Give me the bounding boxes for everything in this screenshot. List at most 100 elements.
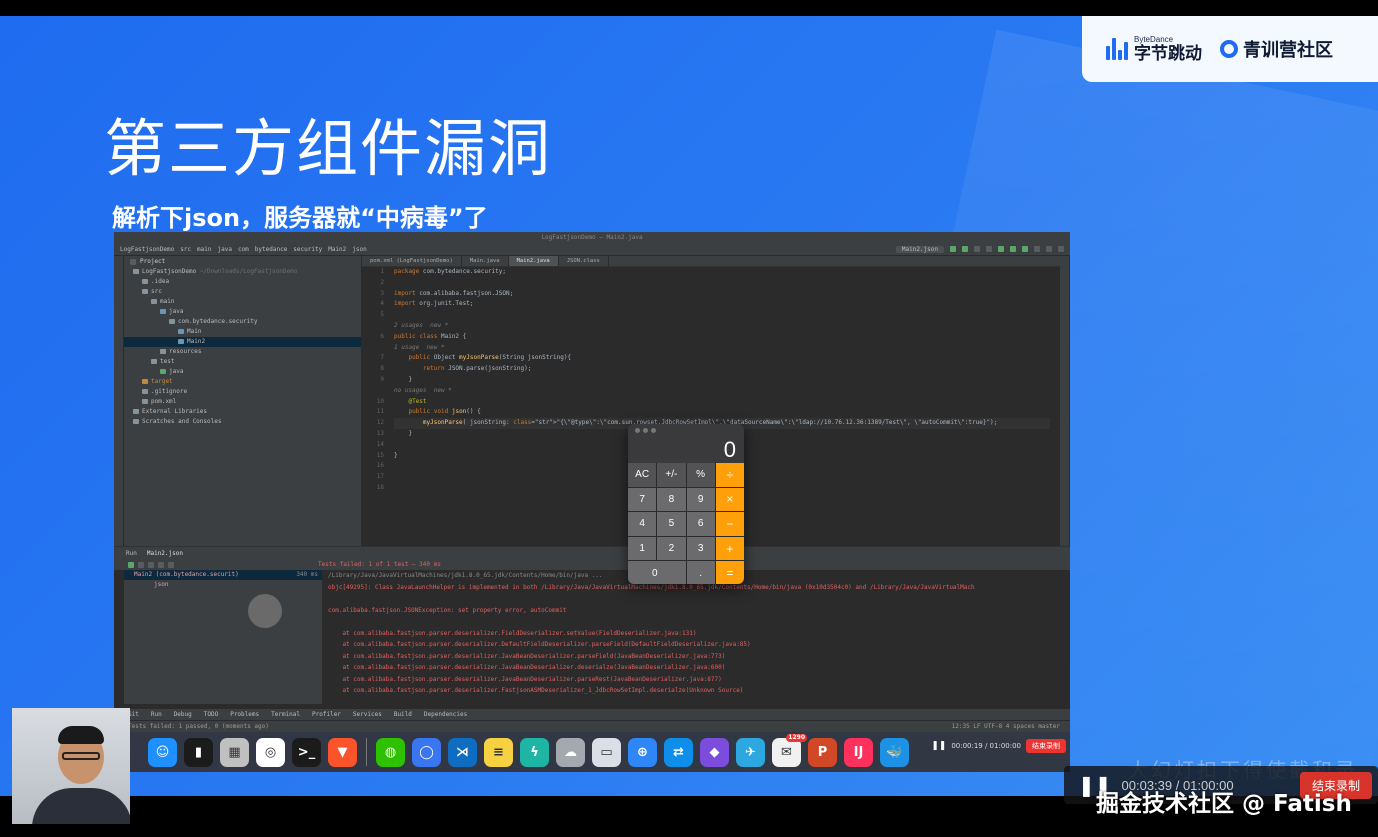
tool-window-tab[interactable]: Services [353, 711, 382, 718]
calculator-key[interactable]: 1 [628, 536, 657, 561]
code-line[interactable]: @Test [394, 397, 1050, 408]
activity-monitor-icon[interactable]: ▮ [184, 737, 213, 767]
run-config-tab[interactable]: Main2.json [147, 550, 183, 557]
safari-icon[interactable]: ⊕ [628, 737, 657, 767]
check-icon[interactable] [138, 561, 144, 568]
tool-window-tab[interactable]: Profiler [312, 711, 341, 718]
editor-tab[interactable]: JSON.class [559, 256, 609, 266]
terminal-icon[interactable]: >_ [292, 737, 321, 767]
tool-window-tab[interactable]: Problems [230, 711, 259, 718]
debug-icon[interactable] [962, 246, 968, 252]
tree-item[interactable]: External Libraries [124, 407, 361, 417]
docker-icon[interactable]: 🐳 [880, 737, 909, 767]
editor-tab[interactable]: Main.java [462, 256, 509, 266]
tree-item[interactable]: com.bytedance.security [124, 317, 361, 327]
test-tree-root[interactable]: Main2 (com.bytedance.securit) 340 ms [124, 570, 322, 580]
tool-window-tab[interactable]: Debug [174, 711, 192, 718]
calculator-key[interactable]: 2 [657, 536, 686, 561]
tree-item[interactable]: main [124, 297, 361, 307]
tree-item[interactable]: src [124, 287, 361, 297]
tool-window-tab[interactable]: Build [394, 711, 412, 718]
zoom-icon[interactable] [651, 427, 656, 433]
brave-icon[interactable]: ▼ [328, 737, 357, 767]
run-console[interactable]: /Library/Java/JavaVirtualMachines/jdk1.8… [324, 570, 1060, 704]
editor-tab[interactable]: Main2.java [508, 256, 559, 266]
dock-stop-recording-button[interactable]: 结束录制 [1026, 739, 1066, 753]
search-icon[interactable] [1046, 246, 1052, 252]
tree-item[interactable]: Main2 [124, 337, 361, 347]
tree-item[interactable]: Main [124, 327, 361, 337]
code-line[interactable]: import org.junit.Test; [394, 299, 1050, 310]
tree-item[interactable]: java [124, 307, 361, 317]
pause-icon[interactable]: ❚❚ [931, 741, 946, 751]
calculator-key[interactable]: AC [628, 463, 657, 487]
tree-item[interactable]: test [124, 357, 361, 367]
calculator-key[interactable]: 8 [657, 487, 686, 512]
calculator-key[interactable]: 3 [686, 536, 715, 561]
code-line[interactable] [394, 278, 1050, 289]
close-icon[interactable] [635, 427, 640, 433]
undo-icon[interactable] [1034, 246, 1040, 252]
stop-test-icon[interactable] [148, 561, 154, 568]
code-line[interactable]: 2 usages new * [394, 321, 1050, 332]
git-push-icon[interactable] [1022, 246, 1028, 252]
breadcrumb-item[interactable]: java [217, 246, 231, 253]
breadcrumb-item[interactable]: Main2 [328, 246, 346, 253]
rerun-icon[interactable] [128, 561, 134, 568]
cloud-icon[interactable]: ☁ [556, 737, 585, 767]
powerpoint-icon[interactable]: P [808, 737, 837, 767]
tree-item[interactable]: resources [124, 347, 361, 357]
project-header[interactable]: Project [140, 258, 165, 265]
calculator-key[interactable]: 7 [628, 487, 657, 512]
breadcrumb-item[interactable]: main [197, 246, 211, 253]
editor-tab[interactable]: pom.xml (LogFastjsonDemo) [362, 256, 462, 266]
tree-item[interactable]: .gitignore [124, 387, 361, 397]
calculator-key[interactable]: 0 [628, 561, 686, 584]
tool-window-tab[interactable]: Dependencies [424, 711, 467, 718]
code-line[interactable] [394, 310, 1050, 321]
tree-item[interactable]: Scratches and Consoles [124, 417, 361, 427]
run-config-select[interactable]: Main2.json [895, 245, 944, 253]
wechat-icon[interactable]: ◍ [376, 737, 405, 767]
lark-icon[interactable]: ϟ [520, 737, 549, 767]
finder-icon[interactable]: ☺ [148, 737, 177, 767]
stop-icon[interactable] [986, 246, 992, 252]
calculator-key[interactable]: × [715, 487, 744, 512]
code-line[interactable]: public class Main2 { [394, 332, 1050, 343]
launchpad-icon[interactable]: ▦ [220, 737, 249, 767]
code-line[interactable]: } [394, 375, 1050, 386]
vscode-icon[interactable]: ⋊ [448, 737, 477, 767]
teamviewer-icon[interactable]: ⇄ [664, 737, 693, 767]
tree-item[interactable]: pom.xml [124, 397, 361, 407]
mail-icon[interactable]: ✉ 1290 [772, 733, 807, 767]
breadcrumb-item[interactable]: json [352, 246, 366, 253]
code-line[interactable]: import com.alibaba.fastjson.JSON; [394, 289, 1050, 300]
tool-window-tab[interactable]: Terminal [271, 711, 300, 718]
minimize-icon[interactable] [643, 427, 648, 433]
breadcrumb-item[interactable]: com [238, 246, 249, 253]
tree-item[interactable]: java [124, 367, 361, 377]
tool-window-tab[interactable]: Run [151, 711, 162, 718]
expand-icon[interactable] [168, 561, 174, 568]
code-line[interactable]: package com.bytedance.security; [394, 267, 1050, 278]
calculator-key[interactable]: +/- [657, 463, 686, 487]
tool-window-tab[interactable]: TODO [204, 711, 218, 718]
calculator-key[interactable]: 4 [628, 512, 657, 536]
code-line[interactable]: return JSON.parse(jsonString); [394, 364, 1050, 375]
bird-icon[interactable]: ✈ [736, 737, 765, 767]
breadcrumb-item[interactable]: bytedance [255, 246, 288, 253]
remote-desktop-icon[interactable]: ▭ [592, 737, 621, 767]
chrome-icon[interactable]: ◎ [256, 737, 285, 767]
code-line[interactable]: no usages new * [394, 386, 1050, 397]
notes-icon[interactable]: ≡ [484, 737, 513, 767]
calculator-key[interactable]: % [686, 463, 715, 487]
tree-item[interactable]: LogFastjsonDemo ~/Downloads/LogFastjsonD… [124, 267, 361, 277]
signal-icon[interactable]: ◯ [412, 737, 441, 767]
calculator-key[interactable]: 6 [686, 512, 715, 536]
git-update-icon[interactable] [998, 246, 1004, 252]
breadcrumb-item[interactable]: LogFastjsonDemo [120, 246, 174, 253]
test-tree-child[interactable]: json [124, 580, 322, 590]
settings-icon[interactable] [1058, 246, 1064, 252]
code-line[interactable]: public Object myJsonParse(String jsonStr… [394, 353, 1050, 364]
git-commit-icon[interactable] [1010, 246, 1016, 252]
